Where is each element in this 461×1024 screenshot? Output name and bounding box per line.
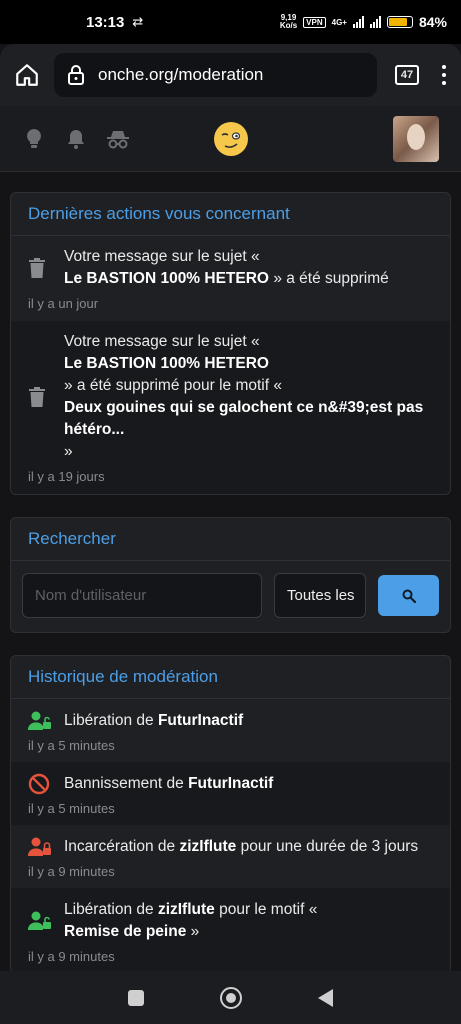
ban-icon [28, 773, 50, 795]
history-item[interactable]: Libération de FuturInactif il y a 5 minu… [11, 699, 450, 762]
notifications-title: Dernières actions vous concernant [11, 193, 450, 236]
user-unlock-icon [28, 711, 51, 730]
search-icon [402, 589, 416, 603]
lightbulb-icon[interactable] [22, 127, 46, 151]
history-item[interactable]: Incarcération de zizIflute pour une duré… [11, 825, 450, 888]
url-text: onche.org/moderation [98, 65, 264, 84]
history-item[interactable]: Libération de zizIflute pour le motif « … [11, 888, 450, 973]
sync-icon: ⇄ [132, 14, 144, 29]
home-icon [16, 64, 38, 86]
notification-text: Votre message sur le sujet « Le BASTION … [64, 248, 389, 287]
tabs-button[interactable]: 47 [395, 65, 419, 85]
search-row: Toutes les [11, 561, 450, 632]
site-header [0, 106, 461, 172]
network-type: 4G+ [331, 17, 347, 27]
user-lock-icon [28, 837, 51, 856]
home-nav-button[interactable] [220, 986, 242, 1009]
history-item[interactable]: Bannissement de FuturInactif il y a 5 mi… [11, 762, 450, 825]
username-input[interactable] [22, 573, 262, 618]
incognito-icon[interactable] [106, 127, 130, 151]
user-unlock-icon [28, 911, 51, 930]
history-time: il y a 9 minutes [28, 864, 115, 879]
history-time: il y a 9 minutes [28, 949, 115, 964]
history-time: il y a 5 minutes [28, 738, 115, 753]
vpn-badge: VPN [303, 16, 326, 28]
notifications-card: Dernières actions vous concernant Votre … [10, 192, 451, 495]
status-icons: 9,19 Ko/s VPN 4G+ 84% [279, 13, 447, 31]
signal-icon-2 [369, 16, 381, 28]
home-button[interactable] [10, 58, 44, 92]
history-title: Historique de modération [11, 656, 450, 699]
history-card: Historique de modération Libération de F… [10, 655, 451, 974]
bell-icon[interactable] [64, 127, 88, 151]
notification-time: il y a un jour [28, 296, 99, 311]
lock-icon [68, 65, 84, 85]
battery-percent: 84% [418, 14, 447, 30]
main-content: Dernières actions vous concernant Votre … [0, 172, 461, 974]
address-bar[interactable]: onche.org/moderation [54, 53, 377, 97]
trash-icon [29, 258, 45, 278]
android-nav-bar [0, 971, 461, 1024]
status-time: 13:13 [86, 13, 125, 31]
browser-toolbar: onche.org/moderation 47 [0, 44, 461, 106]
trash-icon [29, 387, 45, 407]
search-title: Rechercher [11, 518, 450, 561]
history-time: il y a 5 minutes [28, 801, 115, 816]
network-speed: 9,19 Ko/s [279, 13, 298, 30]
battery-icon [386, 16, 413, 28]
site-logo[interactable] [213, 121, 249, 157]
menu-button[interactable] [437, 65, 451, 85]
filter-select[interactable]: Toutes les [274, 573, 366, 618]
recents-button[interactable] [128, 989, 144, 1006]
notification-item[interactable]: Votre message sur le sujet « Le BASTION … [11, 321, 450, 494]
search-card: Rechercher Toutes les [10, 517, 451, 633]
avatar[interactable] [393, 115, 439, 162]
status-bar: 13:13 ⇄ 9,19 Ko/s VPN 4G+ 84% [0, 0, 461, 44]
notification-item[interactable]: Votre message sur le sujet « Le BASTION … [11, 236, 450, 321]
notification-text: Votre message sur le sujet « Le BASTION … [64, 333, 424, 460]
signal-icon [352, 16, 364, 28]
back-button[interactable] [318, 988, 333, 1007]
search-button[interactable] [378, 575, 439, 616]
notification-time: il y a 19 jours [28, 469, 105, 484]
